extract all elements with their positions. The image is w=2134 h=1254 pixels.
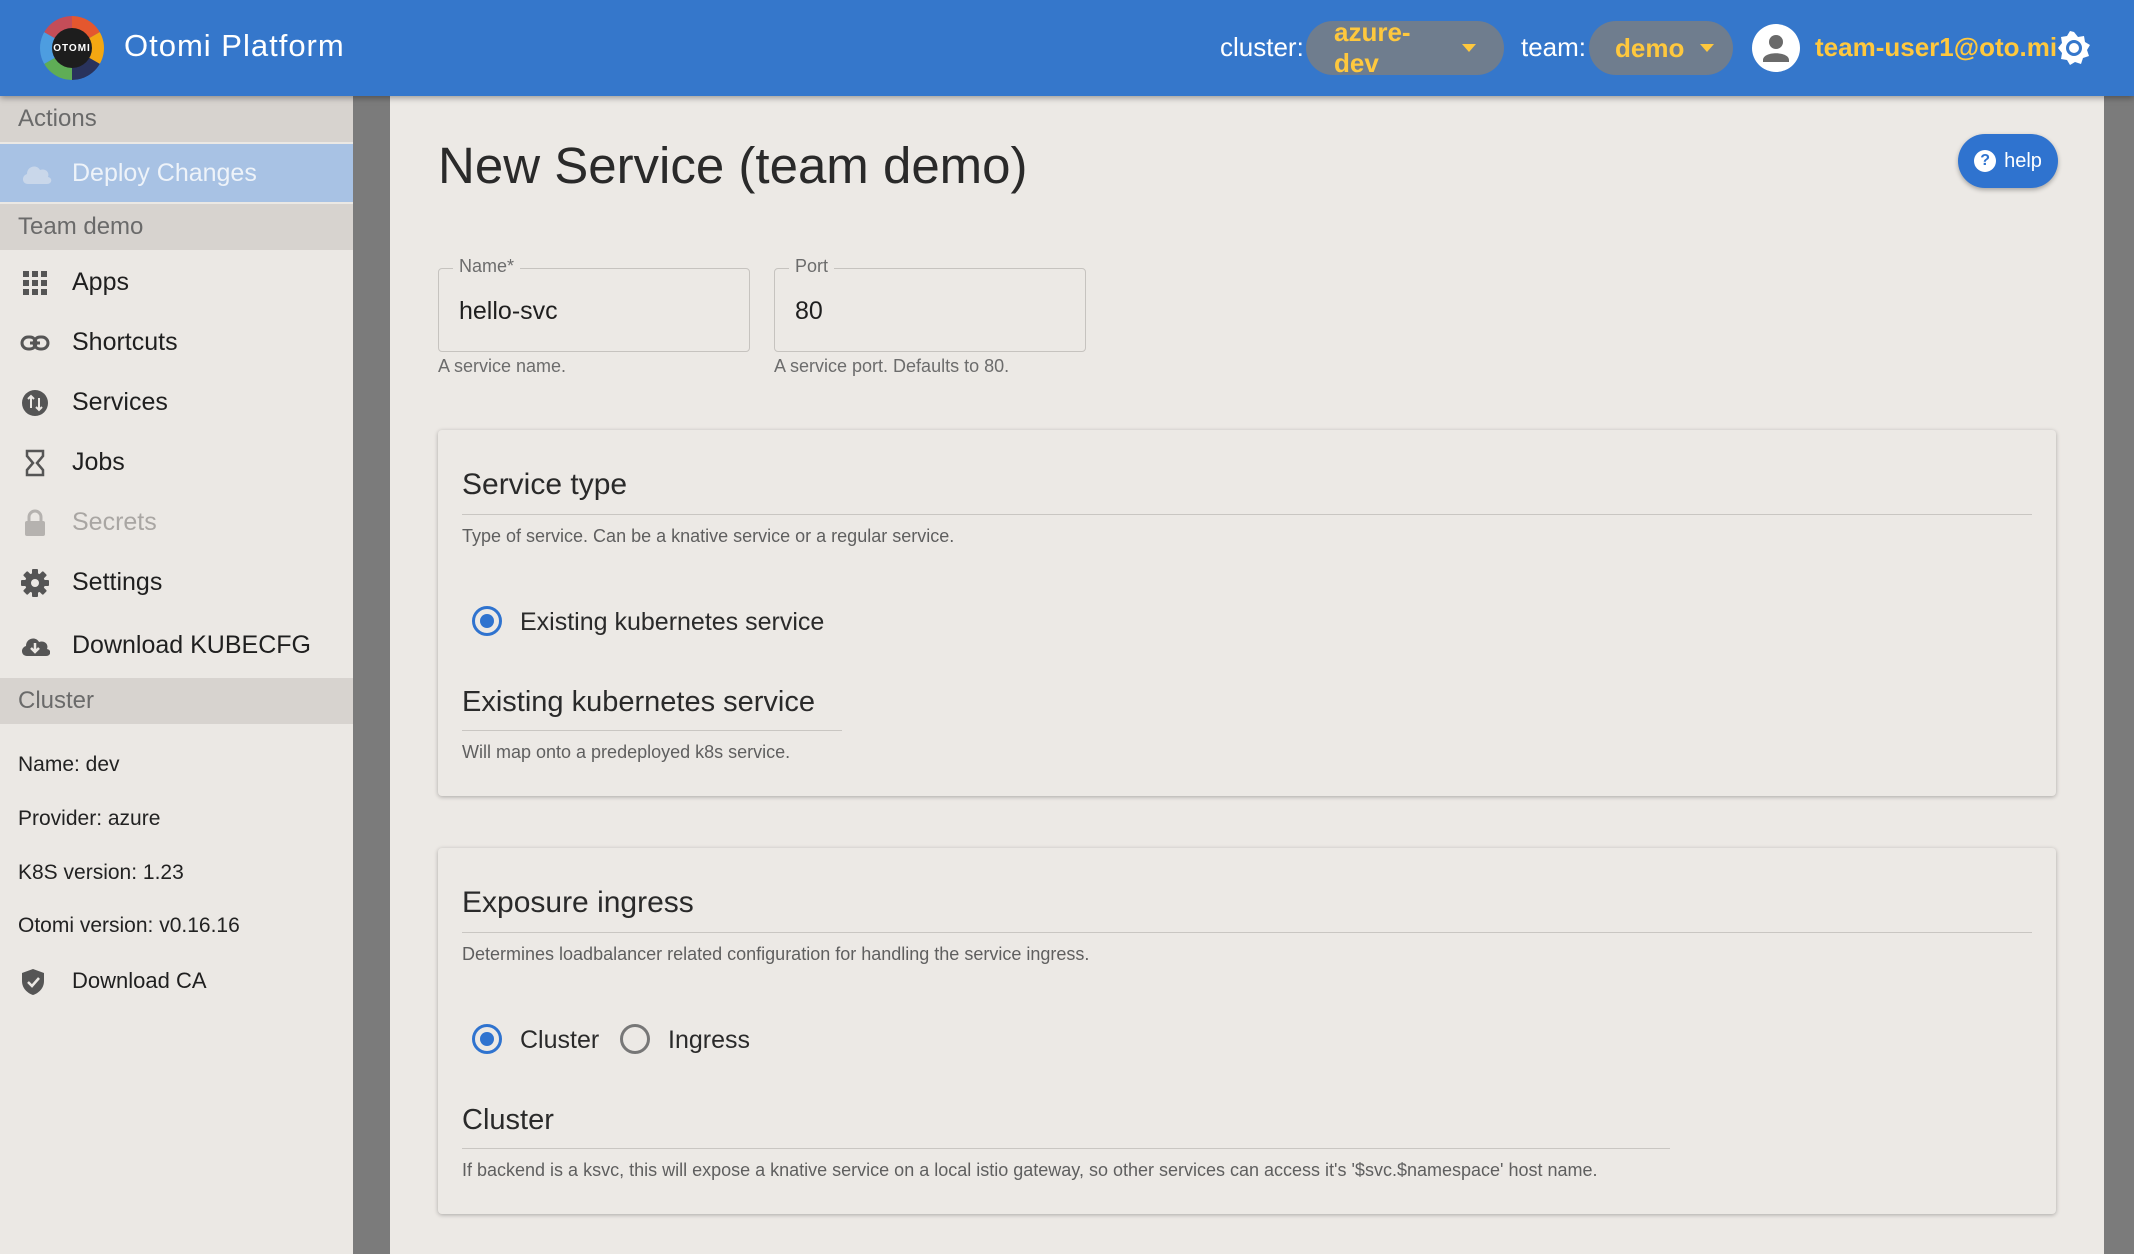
help-button[interactable]: ? help	[1958, 134, 2058, 188]
divider	[462, 514, 2032, 515]
team-label: team:	[1521, 32, 1587, 62]
sidebar-item-label: Secrets	[72, 507, 157, 536]
cluster-label: cluster:	[1220, 32, 1304, 62]
brightness-icon[interactable]	[2056, 30, 2092, 66]
chevron-down-icon	[1462, 44, 1476, 52]
apps-grid-icon	[23, 271, 47, 295]
app-bar: OTOMI Otomi Platform cluster: azure-dev …	[0, 0, 2134, 96]
deploy-changes-label: Deploy Changes	[72, 158, 257, 187]
service-type-title: Service type	[462, 468, 628, 501]
existing-service-description: Will map onto a predeployed k8s service.	[462, 742, 791, 762]
cluster-select[interactable]: azure-dev	[1306, 17, 1504, 78]
sidebar-item-label: Shortcuts	[72, 327, 178, 356]
existing-service-subtitle: Existing kubernetes service	[462, 686, 815, 718]
sidebar-section-actions: Actions	[0, 96, 353, 142]
exposure-ingress-title: Exposure ingress	[462, 886, 694, 919]
sidebar-item-shortcuts[interactable]: Shortcuts	[0, 312, 353, 372]
sidebar-item-jobs[interactable]: Jobs	[0, 432, 353, 492]
radio-existing-k8s-service[interactable]	[472, 606, 502, 636]
cluster-exposure-description: If backend is a ksvc, this will expose a…	[462, 1160, 1598, 1180]
cluster-k8s-version: K8S version: 1.23	[18, 861, 184, 884]
name-input[interactable]	[459, 297, 709, 326]
chevron-down-icon	[1700, 44, 1715, 52]
team-select[interactable]: demo	[1589, 21, 1733, 75]
sidebar-item-settings[interactable]: Settings	[0, 552, 353, 612]
port-input[interactable]	[795, 297, 1045, 326]
lock-icon	[25, 509, 45, 536]
user-email[interactable]: team-user1@oto.mi	[1815, 32, 2057, 63]
cluster-subtitle: Cluster	[462, 1104, 554, 1136]
radio-existing-k8s-service-label[interactable]: Existing kubernetes service	[520, 608, 824, 637]
shield-check-icon	[22, 969, 44, 995]
download-ca-link[interactable]: Download CA	[0, 956, 353, 1006]
gear-icon	[21, 569, 49, 597]
sidebar-item-label: Jobs	[72, 447, 125, 476]
user-icon	[1763, 35, 1789, 62]
name-field[interactable]: Name*	[438, 256, 750, 352]
sidebar-section-team: Team demo	[0, 204, 353, 250]
deploy-changes-button[interactable]: Deploy Changes	[0, 144, 353, 202]
name-field-label: Name*	[453, 256, 521, 277]
sidebar: Actions Deploy Changes Team demo Apps Sh…	[0, 96, 353, 1254]
divider	[462, 1148, 1670, 1149]
port-field-label: Port	[789, 256, 835, 277]
sidebar-item-download-kubecfg[interactable]: Download KUBECFG	[0, 615, 353, 675]
otomi-logo[interactable]: OTOMI	[40, 16, 104, 80]
cluster-select-value: azure-dev	[1334, 17, 1411, 78]
service-type-card: Service type Type of service. Can be a k…	[438, 430, 2056, 796]
exposure-ingress-description: Determines loadbalancer related configur…	[462, 944, 1090, 964]
name-helper-text: A service name.	[438, 356, 567, 376]
port-helper-text: A service port. Defaults to 80.	[774, 356, 1010, 376]
exposure-ingress-card: Exposure ingress Determines loadbalancer…	[438, 848, 2056, 1214]
download-ca-label: Download CA	[72, 968, 207, 993]
radio-cluster-label[interactable]: Cluster	[520, 1026, 599, 1055]
sidebar-item-secrets[interactable]: Secrets	[0, 492, 353, 552]
radio-ingress[interactable]	[620, 1024, 650, 1054]
sidebar-section-cluster: Cluster	[0, 678, 353, 724]
sidebar-item-label: Download KUBECFG	[72, 630, 311, 659]
logo-text: OTOMI	[53, 42, 91, 54]
cluster-provider: Provider: azure	[18, 807, 161, 830]
port-field[interactable]: Port	[774, 256, 1086, 352]
team-select-value: demo	[1615, 32, 1685, 63]
sidebar-item-label: Settings	[72, 567, 163, 596]
cluster-name: Name: dev	[18, 753, 120, 776]
divider	[462, 730, 842, 731]
sidebar-item-label: Services	[72, 387, 168, 416]
hourglass-icon	[25, 449, 45, 477]
help-icon: ?	[1974, 150, 1997, 172]
avatar[interactable]	[1752, 24, 1800, 72]
cluster-otomi-version: Otomi version: v0.16.16	[18, 914, 240, 937]
radio-cluster[interactable]	[472, 1024, 502, 1054]
sidebar-item-apps[interactable]: Apps	[0, 252, 353, 312]
cloud-download-icon	[22, 638, 50, 656]
services-icon	[22, 390, 48, 416]
sidebar-item-label: Apps	[72, 267, 129, 296]
service-type-description: Type of service. Can be a knative servic…	[462, 526, 955, 546]
brand-title: Otomi Platform	[124, 28, 345, 63]
main-panel: New Service (team demo) ? help Name* A s…	[390, 96, 2104, 1254]
cloud-upload-icon	[22, 166, 52, 184]
divider	[462, 932, 2032, 933]
link-icon	[20, 335, 50, 351]
radio-ingress-label[interactable]: Ingress	[668, 1026, 750, 1055]
sidebar-item-services[interactable]: Services	[0, 372, 353, 432]
page-title: New Service (team demo)	[438, 137, 1028, 194]
help-label: help	[2004, 149, 2042, 172]
